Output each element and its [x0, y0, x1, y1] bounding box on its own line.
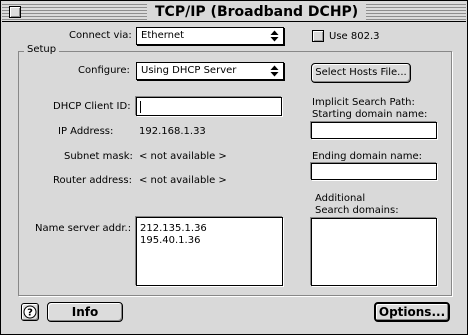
starting-domain-field[interactable]: [311, 122, 437, 139]
close-box[interactable]: [9, 6, 21, 18]
ending-domain-label: Ending domain name:: [312, 151, 423, 162]
additional-search-domains-field[interactable]: [311, 218, 437, 286]
popup-arrows-icon: [270, 65, 279, 77]
connect-via-popup[interactable]: Ethernet: [136, 27, 284, 45]
router-address-value: < not available >: [139, 175, 227, 186]
implicit-search-path-label: Implicit Search Path:: [312, 97, 415, 108]
name-server-field[interactable]: 212.135.1.36 195.40.1.36: [136, 217, 283, 286]
info-button[interactable]: Info: [47, 302, 123, 322]
use-802-3-label: Use 802.3: [329, 31, 380, 42]
help-button[interactable]: ?: [21, 303, 39, 321]
dhcp-client-id-label: DHCP Client ID:: [53, 101, 131, 112]
use-802-3-checkbox[interactable]: [312, 30, 324, 42]
name-server-entry: 212.135.1.36: [140, 223, 207, 234]
dhcp-client-id-field[interactable]: [136, 97, 282, 116]
subnet-mask-label: Subnet mask:: [64, 151, 133, 162]
options-button[interactable]: Options...: [374, 302, 450, 322]
title-bar[interactable]: TCP/IP (Broadband DCHP): [2, 2, 466, 22]
popup-arrows-icon: [270, 30, 279, 42]
help-glyph: ?: [27, 308, 33, 319]
connect-via-label: Connect via:: [69, 30, 132, 41]
ending-domain-field[interactable]: [311, 163, 437, 180]
additional-search-label-1: Additional: [315, 193, 366, 204]
tcpip-control-panel-window: TCP/IP (Broadband DCHP) Connect via: Eth…: [0, 0, 468, 335]
configure-label: Configure:: [78, 65, 130, 76]
subnet-mask-value: < not available >: [139, 151, 227, 162]
help-icon: ?: [23, 305, 37, 319]
additional-search-label-2: Search domains:: [315, 205, 399, 216]
router-address-label: Router address:: [53, 175, 132, 186]
select-hosts-file-button[interactable]: Select Hosts File...: [311, 63, 411, 83]
text-caret: [140, 101, 141, 113]
ip-address-label: IP Address:: [58, 126, 114, 137]
ip-address-value: 192.168.1.33: [139, 126, 206, 137]
setup-group-title: Setup: [24, 44, 60, 56]
configure-value: Using DHCP Server: [141, 65, 237, 76]
name-server-label: Name server addr.:: [35, 223, 132, 234]
name-server-entry: 195.40.1.36: [140, 235, 201, 246]
configure-popup[interactable]: Using DHCP Server: [136, 62, 284, 80]
window-title: TCP/IP (Broadband DCHP): [147, 3, 367, 21]
starting-domain-label: Starting domain name:: [312, 109, 428, 120]
connect-via-value: Ethernet: [141, 30, 185, 41]
